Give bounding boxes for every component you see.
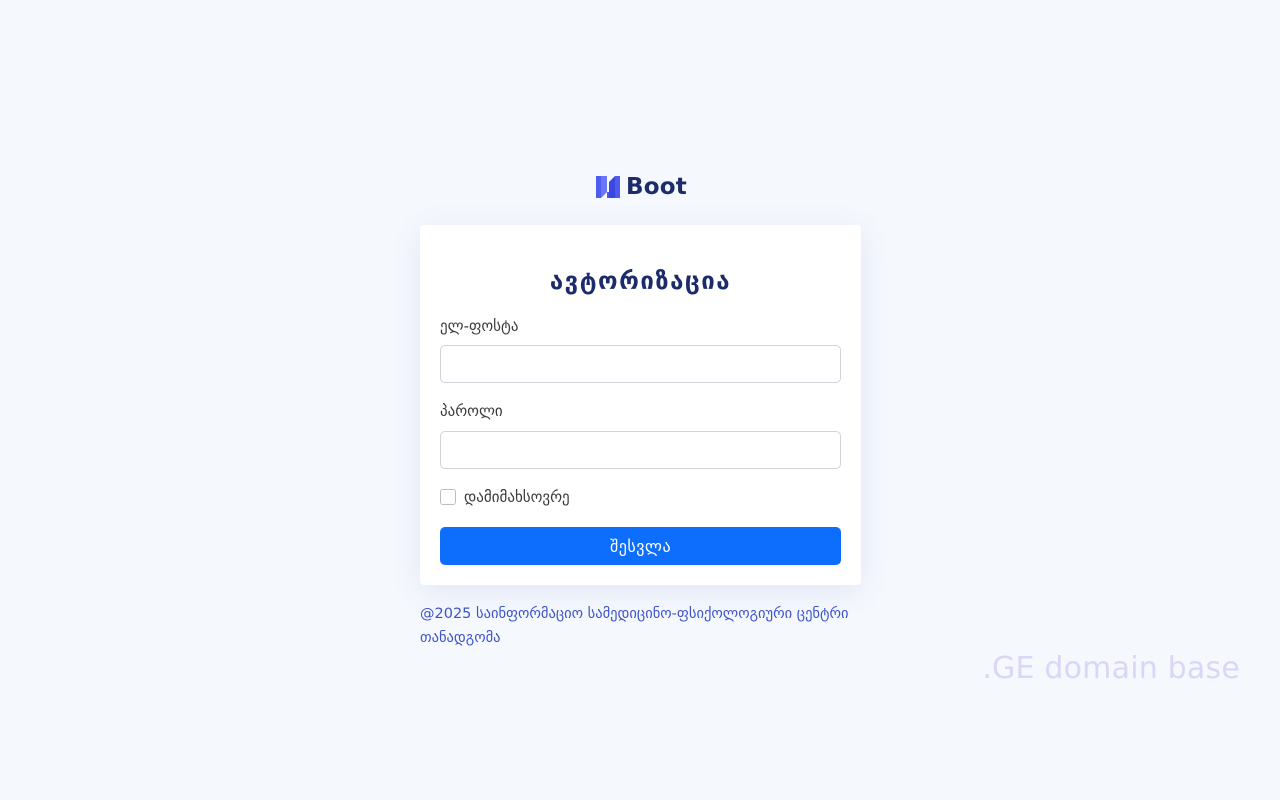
brand-logo[interactable]: Boot: [596, 174, 687, 200]
email-field[interactable]: [440, 345, 841, 383]
footer-link[interactable]: @2025 საინფორმაციო სამედიცინო-ფსიქოლოგიუ…: [420, 602, 861, 650]
login-card: ავტორიზაცია ელ-ფოსტა პაროლი დამიმახსოვრე…: [420, 225, 861, 585]
watermark-text: .GE domain base: [982, 651, 1240, 686]
password-field[interactable]: [440, 431, 841, 469]
login-button[interactable]: შესვლა: [440, 527, 841, 565]
password-label: პაროლი: [440, 402, 503, 420]
page-title: ავტორიზაცია: [549, 267, 732, 295]
remember-label[interactable]: დამიმახსოვრე: [464, 488, 570, 506]
boot-logo-icon: [596, 176, 620, 198]
login-page: Boot ავტორიზაცია ელ-ფოსტა პაროლი დამიმახ…: [0, 0, 1280, 800]
remember-me[interactable]: დამიმახსოვრე: [440, 488, 570, 506]
remember-checkbox[interactable]: [440, 489, 456, 505]
brand-name: Boot: [626, 174, 687, 200]
email-label: ელ-ფოსტა: [440, 317, 519, 335]
